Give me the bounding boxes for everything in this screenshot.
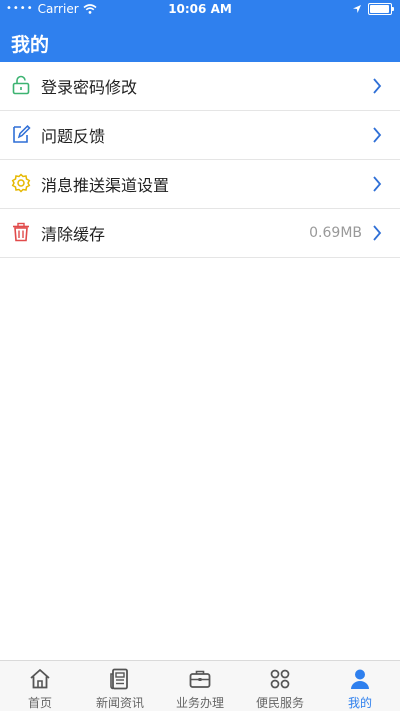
location-icon: [353, 5, 361, 13]
menu-item-feedback[interactable]: 问题反馈: [0, 111, 400, 160]
menu-item-label: 登录密码修改: [41, 78, 138, 97]
services-icon: [270, 669, 290, 689]
menu-item-label: 问题反馈: [41, 127, 106, 146]
tab-label: 新闻资讯: [95, 696, 144, 710]
menu-item-push-settings[interactable]: 消息推送渠道设置: [0, 160, 400, 209]
tab-label: 便民服务: [255, 696, 304, 710]
menu-item-clear-cache[interactable]: 清除缓存 0.69MB: [0, 209, 400, 258]
user-icon: [351, 669, 369, 689]
news-icon: [110, 668, 128, 690]
briefcase-icon: [189, 670, 211, 688]
status-time: 10:06 AM: [168, 2, 232, 16]
tab-label: 首页: [27, 696, 52, 710]
menu-item-password[interactable]: 登录密码修改: [0, 62, 400, 111]
tab-home[interactable]: 首页: [0, 661, 80, 711]
tab-label: 我的: [347, 696, 372, 710]
settings-list: 登录密码修改 问题反馈 消息推送渠道设置 清除缓存 0.69MB: [0, 62, 400, 258]
chevron-right-icon: [373, 176, 382, 192]
app-header: •••• Carrier 10:06 AM 我的: [0, 0, 400, 62]
battery-icon: [368, 3, 394, 15]
chevron-right-icon: [373, 127, 382, 143]
lock-icon: [12, 75, 30, 95]
tab-news[interactable]: 新闻资讯: [80, 661, 160, 711]
edit-icon: [13, 124, 31, 143]
bottom-tab-bar: 首页 新闻资讯 业务办理 便民服务 我的: [0, 660, 400, 711]
cache-size-value: 0.69MB: [309, 225, 362, 241]
tab-mine[interactable]: 我的: [320, 661, 400, 711]
menu-item-label: 消息推送渠道设置: [41, 176, 170, 195]
gear-icon: [11, 173, 31, 193]
trash-icon: [13, 222, 29, 242]
tab-business[interactable]: 业务办理: [160, 661, 240, 711]
home-icon: [30, 669, 50, 689]
page-title: 我的: [11, 34, 50, 56]
chevron-right-icon: [373, 225, 382, 241]
menu-item-label: 清除缓存: [41, 225, 106, 244]
status-bar: •••• Carrier 10:06 AM: [0, 0, 400, 20]
chevron-right-icon: [373, 78, 382, 94]
tab-label: 业务办理: [175, 696, 224, 710]
tab-services[interactable]: 便民服务: [240, 661, 320, 711]
